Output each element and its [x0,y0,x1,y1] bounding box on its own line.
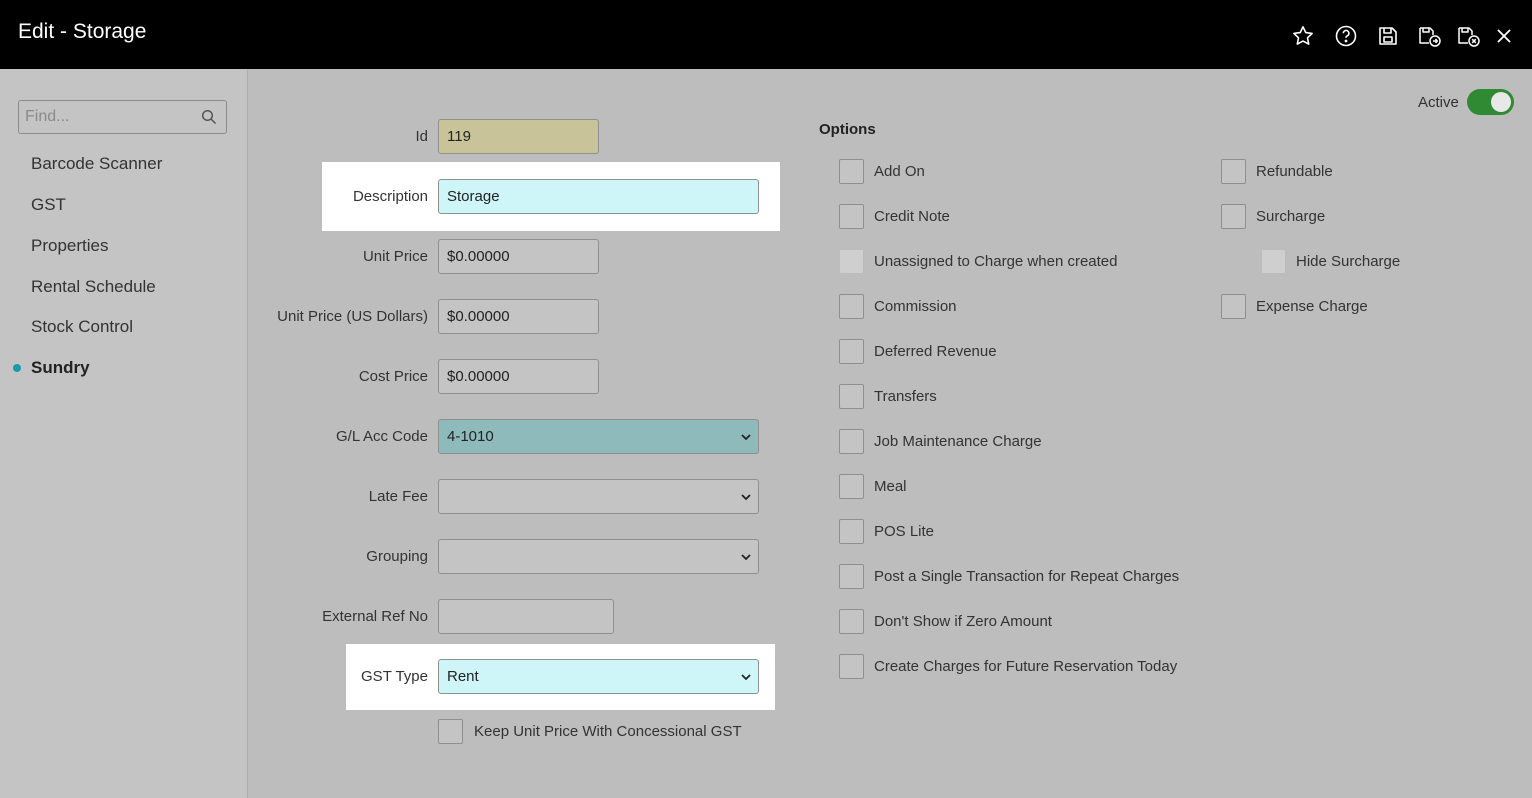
pos-lite-checkbox[interactable] [839,519,864,544]
active-toggle[interactable] [1467,89,1514,115]
add-on-checkbox[interactable] [839,159,864,184]
hide-surcharge-checkbox[interactable] [1261,249,1286,274]
commission-label: Commission [874,298,957,315]
gst-type-value: Rent [447,668,479,685]
unassigned-to-charge-label: Unassigned to Charge when created [874,253,1118,270]
help-icon[interactable] [1334,24,1358,48]
title-bar: Edit - Storage [0,0,1532,69]
expense-charge-checkbox[interactable] [1221,294,1246,319]
late-fee-select[interactable] [438,479,759,514]
grouping-label: Grouping [366,548,428,565]
job-maintenance-charge-checkbox[interactable] [839,429,864,454]
meal-checkbox[interactable] [839,474,864,499]
star-icon[interactable] [1291,24,1315,48]
sidebar-item-sundry[interactable]: Sundry [31,358,90,378]
unit-price-label: Unit Price [362,248,428,265]
meal-label: Meal [874,478,907,495]
sidebar-item-barcode-scanner[interactable]: Barcode Scanner [31,154,162,174]
job-maintenance-charge-label: Job Maintenance Charge [874,433,1042,450]
toggle-knob [1491,92,1511,112]
sidebar: Barcode Scanner GST Properties Rental Sc… [0,69,248,798]
transfers-checkbox[interactable] [839,384,864,409]
sidebar-item-properties[interactable]: Properties [31,236,108,256]
pos-lite-label: POS Lite [874,523,935,540]
gl-acc-code-label: G/L Acc Code [336,428,428,445]
unit-price-input[interactable]: $0.00000 [438,239,599,274]
description-label: Description [352,188,428,205]
close-icon[interactable] [1492,24,1516,48]
grouping-select[interactable] [438,539,759,574]
post-single-transaction-label: Post a Single Transaction for Repeat Cha… [874,568,1180,585]
page-title: Edit - Storage [18,20,147,43]
unit-price-usd-label: Unit Price (US Dollars) [277,308,428,325]
keep-unit-price-label: Keep Unit Price With Concessional GST [474,723,742,740]
create-charges-future-label: Create Charges for Future Reservation To… [874,658,1178,675]
cost-price-input[interactable]: $0.00000 [438,359,599,394]
gst-type-label: GST Type [361,668,428,685]
description-input[interactable]: Storage [438,179,759,214]
chevron-down-icon [741,554,751,561]
search-icon[interactable] [201,109,217,125]
refundable-label: Refundable [1256,163,1333,180]
surcharge-checkbox[interactable] [1221,204,1246,229]
sidebar-item-stock-control[interactable]: Stock Control [31,317,133,337]
expense-charge-label: Expense Charge [1256,298,1368,315]
external-ref-no-label: External Ref No [322,608,428,625]
save-and-new-icon[interactable] [1417,24,1441,48]
sidebar-item-gst[interactable]: GST [31,195,66,215]
commission-checkbox[interactable] [839,294,864,319]
chevron-down-icon [741,434,751,441]
surcharge-label: Surcharge [1256,208,1326,225]
options-title: Options [819,121,876,138]
gl-acc-code-select[interactable]: 4-1010 [438,419,759,454]
gl-acc-code-value: 4-1010 [447,428,494,445]
dont-show-zero-amount-checkbox[interactable] [839,609,864,634]
chevron-down-icon [741,674,751,681]
chevron-down-icon [741,494,751,501]
credit-note-label: Credit Note [874,208,950,225]
active-indicator-dot [13,364,21,372]
transfers-label: Transfers [874,388,937,405]
keep-unit-price-checkbox[interactable] [438,719,463,744]
gst-type-select[interactable]: Rent [438,659,759,694]
create-charges-future-checkbox[interactable] [839,654,864,679]
post-single-transaction-checkbox[interactable] [839,564,864,589]
search-box [18,100,227,134]
id-field: 119 [438,119,599,154]
deferred-revenue-checkbox[interactable] [839,339,864,364]
id-label: Id [415,128,428,145]
hide-surcharge-label: Hide Surcharge [1296,253,1401,270]
unassigned-to-charge-checkbox[interactable] [839,249,864,274]
save-and-close-icon[interactable] [1456,24,1480,48]
credit-note-checkbox[interactable] [839,204,864,229]
external-ref-no-input[interactable] [438,599,614,634]
unit-price-usd-input[interactable]: $0.00000 [438,299,599,334]
deferred-revenue-label: Deferred Revenue [874,343,997,360]
dont-show-zero-amount-label: Don't Show if Zero Amount [874,613,1052,630]
active-label: Active [1418,94,1459,111]
add-on-label: Add On [874,163,925,180]
search-input[interactable] [19,101,199,133]
sidebar-item-rental-schedule[interactable]: Rental Schedule [31,277,156,297]
refundable-checkbox[interactable] [1221,159,1246,184]
late-fee-label: Late Fee [368,488,428,505]
cost-price-label: Cost Price [358,368,428,385]
save-icon[interactable] [1376,24,1400,48]
